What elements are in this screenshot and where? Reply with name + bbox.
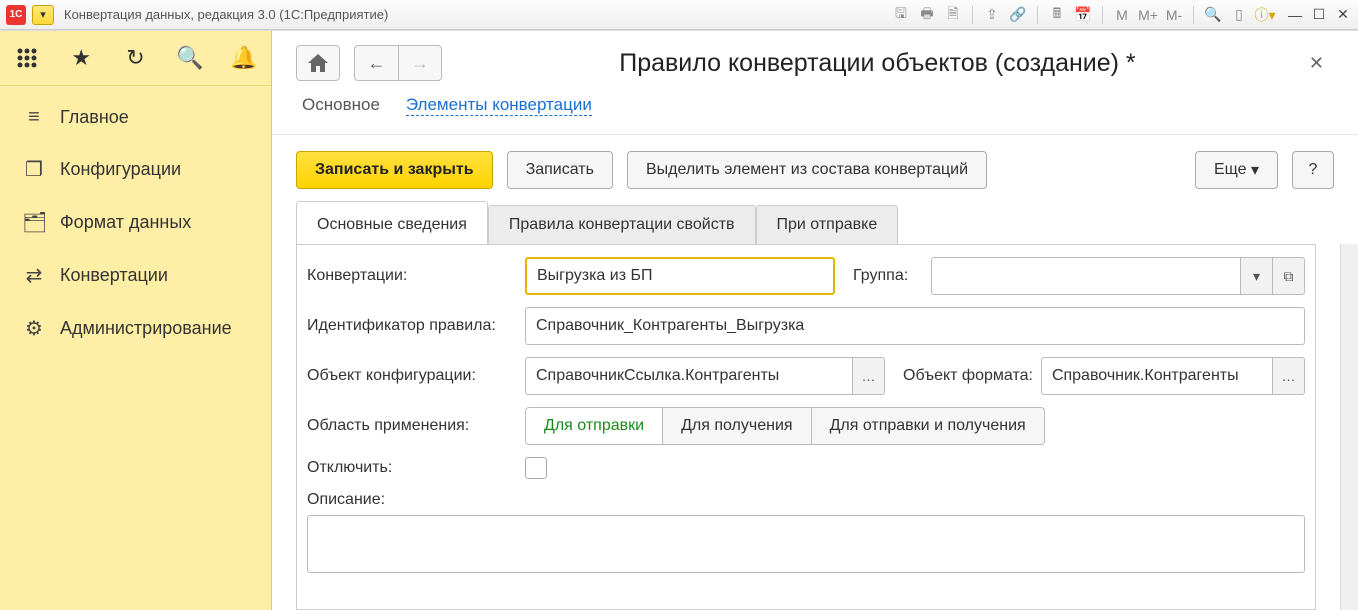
calendar-icon[interactable]: 📅	[1072, 5, 1094, 25]
gear-icon: ⚙	[22, 316, 46, 341]
notifications-icon[interactable]: 🔔	[229, 43, 259, 73]
save-button[interactable]: Записать	[507, 151, 613, 189]
label-format-object: Объект формата:	[903, 366, 1033, 385]
label-scope: Область применения:	[307, 417, 517, 435]
back-button[interactable]: ←	[354, 45, 398, 81]
minimize-button[interactable]: —	[1286, 6, 1304, 24]
stack-icon: ❐	[22, 157, 46, 182]
search-icon[interactable]: 🔍	[175, 43, 205, 73]
preview-icon[interactable]: 🗎	[942, 5, 964, 25]
label-config-object: Объект конфигурации:	[307, 367, 517, 385]
sidebar-item-label: Администрирование	[60, 318, 232, 339]
help-button[interactable]: ?	[1292, 151, 1334, 189]
maximize-button[interactable]: ☐	[1310, 6, 1328, 24]
close-page-button[interactable]: ✕	[1299, 49, 1334, 78]
label-group: Группа:	[853, 267, 923, 285]
zoom-icon[interactable]: 🔍	[1202, 5, 1224, 25]
config-object-select-button[interactable]: …	[853, 357, 885, 395]
home-button[interactable]	[296, 45, 340, 81]
label-rule-id: Идентификатор правила:	[307, 317, 517, 335]
subnav-main[interactable]: Основное	[302, 95, 380, 116]
sidebar-item-label: Формат данных	[60, 212, 191, 233]
compare-icon[interactable]: ⇪	[981, 5, 1003, 25]
folder-icon: 🗂	[22, 210, 46, 235]
label-conversions: Конвертации:	[307, 267, 517, 285]
apps-icon[interactable]	[12, 43, 42, 73]
extract-button[interactable]: Выделить элемент из состава конвертаций	[627, 151, 987, 189]
scrollbar[interactable]	[1340, 244, 1358, 610]
sidebar-item-label: Конфигурации	[60, 159, 181, 180]
scope-receive[interactable]: Для получения	[663, 407, 812, 445]
print-icon[interactable]: 🖶	[916, 5, 938, 25]
toolbar-icons: 🖫 🖶 🗎 ⇪ 🔗 🖩 📅 M M+ M- 🔍 ▯ ⓘ▾	[890, 5, 1276, 25]
save-close-button[interactable]: Записать и закрыть	[296, 151, 493, 189]
group-input[interactable]	[931, 257, 1241, 295]
calc-icon[interactable]: 🖩	[1046, 5, 1068, 25]
tab-main-info[interactable]: Основные сведения	[296, 201, 488, 244]
pin-button[interactable]: ▾	[32, 5, 54, 25]
conversions-input[interactable]	[525, 257, 835, 295]
link-icon[interactable]: 🔗	[1007, 5, 1029, 25]
scope-send[interactable]: Для отправки	[525, 407, 663, 445]
label-disable: Отключить:	[307, 459, 517, 477]
group-dropdown-button[interactable]: ▾	[1241, 257, 1273, 295]
save-icon[interactable]: 🖫	[890, 5, 912, 25]
m-icon[interactable]: M	[1111, 5, 1133, 25]
group-open-button[interactable]: ⧉	[1273, 257, 1305, 295]
description-textarea[interactable]	[307, 515, 1305, 573]
list-icon: ≡	[22, 106, 46, 129]
forward-button[interactable]: →	[398, 45, 442, 81]
app-logo: 1C	[6, 5, 26, 25]
scope-both[interactable]: Для отправки и получения	[812, 407, 1045, 445]
sidebar-item-main[interactable]: ≡ Главное	[0, 92, 271, 143]
info-icon[interactable]: ⓘ▾	[1254, 5, 1276, 25]
config-object-input[interactable]	[525, 357, 853, 395]
close-window-button[interactable]: ✕	[1334, 6, 1352, 24]
sidebar-item-conversions[interactable]: ⇄ Конвертации	[0, 249, 271, 302]
more-button[interactable]: Еще ▾	[1195, 151, 1278, 189]
sidebar-item-administration[interactable]: ⚙ Администрирование	[0, 302, 271, 355]
subnav-elements[interactable]: Элементы конвертации	[406, 95, 592, 116]
form-area: Конвертации: Группа: ▾ ⧉ Идентификатор п…	[296, 244, 1316, 610]
sidebar-item-configurations[interactable]: ❐ Конфигурации	[0, 143, 271, 196]
format-object-input[interactable]	[1041, 357, 1273, 395]
format-object-select-button[interactable]: …	[1273, 357, 1305, 395]
tab-property-rules[interactable]: Правила конвертации свойств	[488, 205, 756, 244]
m-minus-icon[interactable]: M-	[1163, 5, 1185, 25]
sidebar-item-label: Конвертации	[60, 265, 168, 286]
content-area: ← → Правило конвертации объектов (создан…	[272, 31, 1358, 610]
titlebar: 1C ▾ Конвертация данных, редакция 3.0 (1…	[0, 0, 1358, 30]
label-description: Описание:	[307, 491, 517, 509]
m-plus-icon[interactable]: M+	[1137, 5, 1159, 25]
disable-checkbox[interactable]	[525, 457, 547, 479]
rule-id-input[interactable]	[525, 307, 1305, 345]
favorites-icon[interactable]: ★	[66, 43, 96, 73]
panel-icon[interactable]: ▯	[1228, 5, 1250, 25]
sidebar: ★ ↻ 🔍 🔔 ≡ Главное ❐ Конфигурации 🗂 Форма…	[0, 31, 272, 610]
page-title: Правило конвертации объектов (создание) …	[470, 49, 1285, 78]
sidebar-item-data-format[interactable]: 🗂 Формат данных	[0, 196, 271, 249]
sidebar-item-label: Главное	[60, 107, 129, 128]
tab-on-send[interactable]: При отправке	[756, 205, 899, 244]
swap-icon: ⇄	[22, 263, 46, 288]
window-title: Конвертация данных, редакция 3.0 (1С:Пре…	[64, 7, 388, 22]
history-icon[interactable]: ↻	[120, 43, 150, 73]
